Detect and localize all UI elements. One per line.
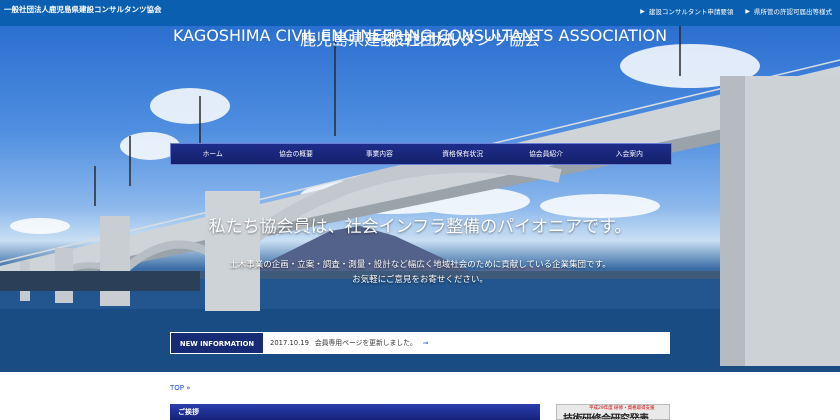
top-link-application[interactable]: ▶ 建設コンサルタント申請要領 — [640, 6, 734, 17]
org-name[interactable]: 一般社団法人鹿児島県建設コンサルタンツ協会 — [4, 4, 162, 15]
arrow-right-icon: ▶ — [640, 7, 645, 15]
brand-english: KAGOSHIMA CIVIL ENGINEERING CONSULTANTS … — [172, 26, 668, 45]
double-chevron-icon: » — [186, 384, 191, 392]
nav-item-join[interactable]: 入会案内 — [588, 144, 671, 164]
top-links: ▶ 建設コンサルタント申請要領 ▶ 県所管の許認可届出等様式 — [640, 6, 832, 17]
news-bar: NEW INFORMATION 2017.10.19 会員専用ページを更新しまし… — [170, 332, 670, 354]
nav-item-qualifications[interactable]: 資格保有状況 — [421, 144, 504, 164]
news-label: NEW INFORMATION — [170, 332, 264, 354]
top-bar: 一般社団法人鹿児島県建設コンサルタンツ協会 ▶ 建設コンサルタント申請要領 ▶ … — [0, 0, 840, 26]
breadcrumb[interactable]: TOP » — [170, 384, 191, 392]
arrow-right-icon[interactable]: ⇒ — [423, 332, 429, 354]
bridge-landscape — [0, 26, 840, 372]
nav-item-members[interactable]: 協会員紹介 — [504, 144, 587, 164]
breadcrumb-top[interactable]: TOP — [170, 384, 184, 392]
nav-item-home[interactable]: ホーム — [171, 144, 254, 164]
news-item[interactable]: 2017.10.19 会員専用ページを更新しました。 ⇒ — [264, 332, 670, 354]
hero-image: 一般社団法人 鹿児島県建設コンサルタンツ協会 KAGOSHIMA CIVIL E… — [0, 26, 840, 372]
hero-tagline: 私たち協会員は、社会インフラ整備のパイオニアです。 — [208, 217, 632, 237]
top-link-label: 建設コンサルタント申請要領 — [648, 8, 734, 16]
main-nav: ホーム 協会の概要 事業内容 資格保有状況 協会員紹介 入会案内 — [170, 143, 672, 165]
news-text: 会員専用ページを更新しました。 — [314, 339, 417, 347]
arrow-right-icon: ▶ — [745, 7, 750, 15]
hero-description-line2: お気軽にご意見をお寄せください。 — [352, 275, 488, 285]
banner-big-text: 技術研修会研究発表 — [563, 414, 649, 420]
top-link-label: 県所管の許認可届出等様式 — [754, 8, 832, 16]
greeting-heading: ご挨拶 — [170, 404, 540, 420]
nav-item-overview[interactable]: 協会の概要 — [254, 144, 337, 164]
top-link-forms[interactable]: ▶ 県所管の許認可届出等様式 — [745, 6, 832, 17]
news-date: 2017.10.19 — [270, 339, 309, 347]
nav-item-business[interactable]: 事業内容 — [338, 144, 421, 164]
hero-description-line1: 土木事業の企画・立案・調査・測量・設計など幅広く地域社会のために貢献している企業… — [229, 260, 611, 270]
seminar-banner[interactable]: 平成29年度 研修・資格取得支援 技術研修会研究発表 — [556, 404, 670, 420]
